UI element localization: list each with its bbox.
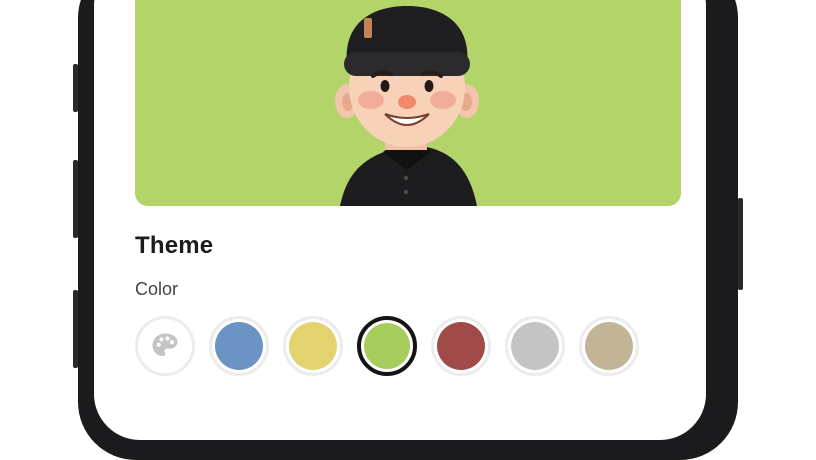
swatch-red-fill <box>437 322 485 370</box>
phone-mute-switch <box>73 64 78 112</box>
swatch-blue[interactable] <box>209 316 269 376</box>
theme-heading: Theme <box>135 232 214 259</box>
palette-icon <box>152 333 178 356</box>
app-screen: Theme Color <box>94 0 706 440</box>
swatch-yellow[interactable] <box>283 316 343 376</box>
swatch-custom-palette[interactable] <box>135 316 195 376</box>
swatch-yellow-fill <box>289 322 337 370</box>
swatch-green-selected[interactable] <box>357 316 417 376</box>
swatch-blue-fill <box>215 322 263 370</box>
swatch-beige[interactable] <box>579 316 639 376</box>
phone-volume-down-button <box>73 290 78 368</box>
swatch-gray-fill <box>511 322 559 370</box>
swatch-red[interactable] <box>431 316 491 376</box>
swatch-green-fill <box>364 323 410 369</box>
avatar-preview <box>135 0 681 206</box>
color-swatch-row <box>135 316 639 376</box>
avatar-illustration <box>335 6 479 206</box>
swatch-gray[interactable] <box>505 316 565 376</box>
color-label: Color <box>135 279 179 299</box>
phone-power-button <box>738 198 743 290</box>
phone-volume-up-button <box>73 160 78 238</box>
swatch-beige-fill <box>585 322 633 370</box>
